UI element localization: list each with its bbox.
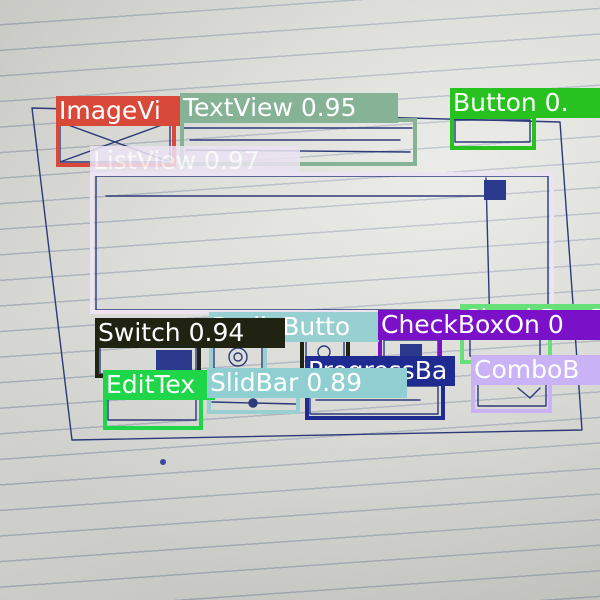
- combobox-label: ComboB: [471, 355, 600, 385]
- edittext-label: EditTex: [103, 370, 215, 400]
- sketch-dot: [160, 459, 166, 465]
- listview-box: [90, 172, 554, 314]
- notebook-photo: ImageVi TextView 0.95 Button 0. ListView…: [0, 0, 600, 600]
- slidebar-label: SlidBar 0.89: [207, 368, 407, 398]
- switch-label: Switch 0.94: [95, 318, 285, 348]
- imageview-label: ImageVi: [56, 96, 180, 126]
- checkbox-on-label: CheckBoxOn 0: [378, 310, 600, 340]
- button-box: [450, 115, 536, 150]
- listview-label: ListView 0.97: [90, 146, 300, 176]
- button-label: Button 0.: [450, 88, 600, 118]
- textview-label: TextView 0.95: [180, 93, 398, 123]
